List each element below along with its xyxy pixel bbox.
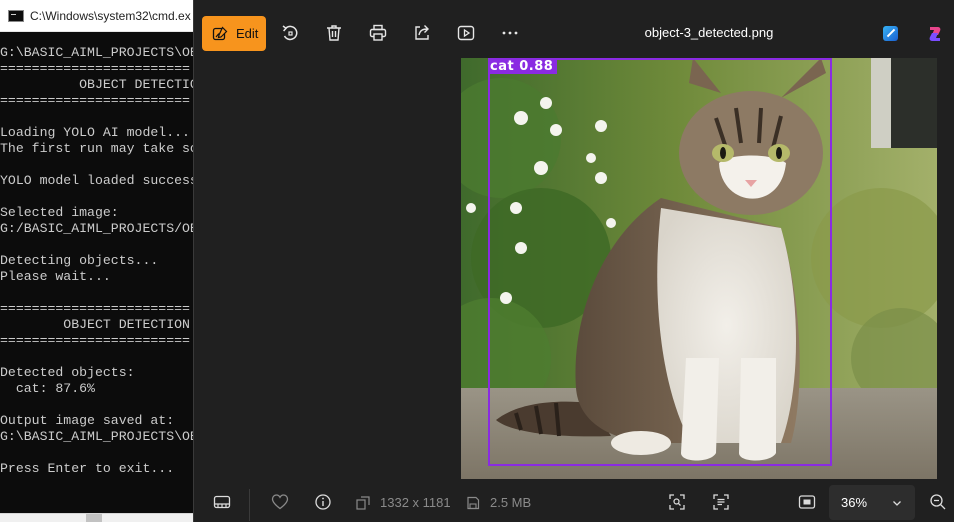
filmstrip-icon[interactable] bbox=[213, 493, 231, 511]
detection-confidence: 0.88 bbox=[519, 59, 554, 74]
zoom-level: 36% bbox=[841, 495, 868, 510]
print-icon[interactable] bbox=[368, 23, 388, 43]
rotate-icon[interactable] bbox=[280, 23, 300, 43]
designer-icon[interactable] bbox=[883, 26, 898, 41]
viewer-toolbar: Edit object-3_detected.png bbox=[194, 0, 954, 66]
cmd-output-line: ======================== bbox=[0, 93, 190, 108]
zoom-out-icon[interactable] bbox=[929, 493, 947, 511]
cmd-output-line bbox=[0, 445, 200, 461]
chevron-down-icon bbox=[893, 501, 901, 506]
cmd-console-output: G:\BASIC_AIML_PROJECTS\OB ===============… bbox=[0, 45, 200, 513]
delete-icon[interactable] bbox=[324, 23, 344, 43]
visual-search-icon[interactable] bbox=[668, 493, 686, 511]
cmd-output-line: cat: 87.6% bbox=[0, 381, 95, 396]
info-icon[interactable] bbox=[314, 493, 332, 511]
cmd-output-line: Loading YOLO AI model... bbox=[0, 125, 190, 140]
cmd-scrollbar-thumb[interactable] bbox=[86, 514, 102, 522]
file-size: 2.5 MB bbox=[490, 495, 532, 510]
fit-to-window-icon[interactable] bbox=[798, 493, 816, 511]
cmd-output-line bbox=[0, 109, 200, 125]
cmd-output-line: ======================== bbox=[0, 333, 190, 348]
cmd-output-line: G:\BASIC_AIML_PROJECTS\OB bbox=[0, 429, 198, 444]
cmd-app-icon bbox=[8, 10, 24, 22]
cmd-output-line: ======================== bbox=[0, 61, 190, 76]
cmd-output-line: OBJECT DETECTIO bbox=[0, 77, 198, 92]
cmd-output-line: Press Enter to exit... bbox=[0, 461, 175, 476]
image-dimensions-icon bbox=[356, 496, 370, 510]
cmd-output-line: G:/BASIC_AIML_PROJECTS/OB bbox=[0, 221, 198, 236]
cmd-output-line bbox=[0, 237, 200, 253]
cmd-output-line bbox=[0, 157, 200, 173]
copilot-icon[interactable] bbox=[927, 26, 943, 42]
cmd-output-line bbox=[0, 285, 200, 301]
cmd-output-line: OBJECT DETECTION bbox=[0, 317, 190, 332]
cmd-output-line: Output image saved at: bbox=[0, 413, 175, 428]
cmd-window-title: C:\Windows\system32\cmd.ex bbox=[30, 9, 191, 23]
cmd-output-line: YOLO model loaded success bbox=[0, 173, 198, 188]
cmd-output-line bbox=[0, 189, 200, 205]
favorite-icon[interactable] bbox=[271, 493, 289, 511]
edit-button-label: Edit bbox=[236, 26, 259, 41]
detected-image[interactable]: cat 0.88 bbox=[461, 58, 937, 479]
more-icon[interactable] bbox=[500, 23, 520, 43]
zoom-dropdown[interactable]: 36% bbox=[829, 485, 915, 520]
cmd-window: C:\Windows\system32\cmd.ex G:\BASIC_AIML… bbox=[0, 0, 200, 522]
cat-photo-image bbox=[461, 58, 937, 479]
viewer-statusbar: 1332 x 1181 2.5 MB 36% bbox=[194, 479, 954, 522]
slideshow-icon[interactable] bbox=[456, 23, 476, 43]
cmd-output-line: ======================== bbox=[0, 301, 190, 316]
cmd-output-line: Please wait... bbox=[0, 269, 111, 284]
cmd-output-line: Detected objects: bbox=[0, 365, 135, 380]
image-dimensions: 1332 x 1181 bbox=[380, 495, 451, 510]
cmd-output-line: G:\BASIC_AIML_PROJECTS\OB bbox=[0, 45, 198, 60]
edit-button[interactable]: Edit bbox=[202, 16, 266, 51]
text-scan-icon[interactable] bbox=[712, 493, 730, 511]
cmd-output-line: Selected image: bbox=[0, 205, 119, 220]
cmd-titlebar[interactable]: C:\Windows\system32\cmd.ex bbox=[0, 0, 200, 32]
file-name-title: object-3_detected.png bbox=[644, 25, 774, 40]
detection-label: cat 0.88 bbox=[489, 58, 558, 74]
file-size-icon bbox=[466, 496, 480, 510]
cmd-output-line bbox=[0, 397, 200, 413]
cmd-output-line bbox=[0, 349, 200, 365]
detection-class-label: cat bbox=[490, 59, 515, 74]
edit-image-icon bbox=[212, 25, 228, 40]
share-icon[interactable] bbox=[412, 23, 432, 43]
photos-viewer-window: Edit object-3_detected.png cat 0.88 1332… bbox=[193, 0, 954, 522]
statusbar-divider bbox=[249, 489, 250, 521]
cmd-output-line: Detecting objects... bbox=[0, 253, 159, 268]
cmd-output-line: The first run may take so bbox=[0, 141, 198, 156]
